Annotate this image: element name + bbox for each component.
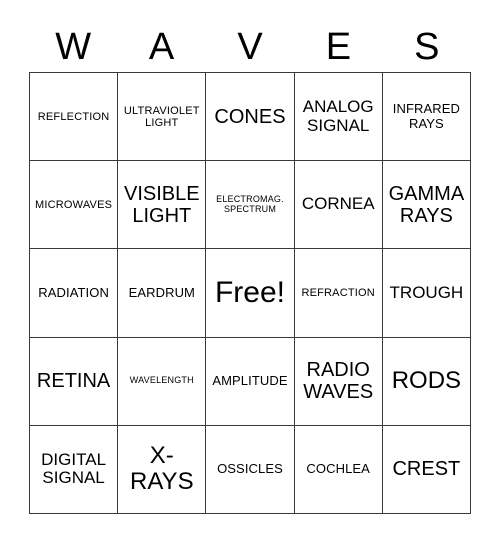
bingo-cell-label: OSSICLES	[217, 461, 283, 477]
bingo-cell-label: REFRACTION	[301, 286, 375, 299]
bingo-cell-label: EARDRUM	[128, 284, 195, 300]
bingo-header: W A V E S	[29, 22, 471, 72]
bingo-cell-label: WAVELENGTH	[129, 375, 194, 386]
bingo-cell-r1c4[interactable]: GAMMA RAYS	[382, 161, 471, 250]
bingo-card: W A V E S REFLECTION ULTRAVIOLET LIGHT C…	[0, 0, 500, 544]
bingo-cell-r3c0[interactable]: RETINA	[30, 337, 119, 426]
bingo-cell-label: DIGITAL SIGNAL	[41, 449, 107, 488]
bingo-cell-label: RADIATION	[38, 284, 109, 300]
bingo-cell-r0c0[interactable]: REFLECTION	[30, 73, 119, 162]
bingo-cell-label: INFRARED RAYS	[392, 101, 461, 131]
bingo-cell-label: CREST	[392, 458, 461, 481]
bingo-cell-label: CORNEA	[301, 194, 375, 214]
header-letter-2: V	[237, 26, 263, 68]
bingo-cell-r3c1[interactable]: WAVELENGTH	[118, 337, 207, 426]
bingo-cell-label: ELECTROMAG. SPECTRUM	[216, 193, 284, 214]
bingo-cell-r3c3[interactable]: RADIO WAVES	[294, 337, 383, 426]
bingo-cell-r2c0[interactable]: RADIATION	[30, 249, 119, 338]
header-letter-3: E	[325, 26, 352, 68]
bingo-cell-r4c1[interactable]: X- RAYS	[118, 425, 207, 514]
bingo-cell-label: GAMMA RAYS	[388, 182, 465, 227]
bingo-cell-r4c4[interactable]: CREST	[382, 425, 471, 514]
bingo-cell-label: ANALOG SIGNAL	[302, 96, 374, 135]
bingo-cell-r3c2[interactable]: AMPLITUDE	[206, 337, 295, 426]
bingo-cell-label: AMPLITUDE	[212, 373, 288, 389]
bingo-cell-r1c1[interactable]: VISIBLE LIGHT	[118, 161, 207, 250]
bingo-cell-r0c1[interactable]: ULTRAVIOLET LIGHT	[118, 73, 207, 162]
bingo-cell-label: RETINA	[36, 370, 111, 393]
bingo-cell-r1c2[interactable]: ELECTROMAG. SPECTRUM	[206, 161, 295, 250]
header-letter-4: S	[414, 26, 440, 68]
bingo-cell-label: TROUGH	[389, 282, 464, 302]
bingo-cell-label: COCHLEA	[306, 461, 370, 477]
bingo-cell-r2c3[interactable]: REFRACTION	[294, 249, 383, 338]
bingo-cell-r0c3[interactable]: ANALOG SIGNAL	[294, 73, 383, 162]
bingo-cell-r1c0[interactable]: MICROWAVES	[30, 161, 119, 250]
bingo-cell-r0c4[interactable]: INFRARED RAYS	[382, 73, 471, 162]
bingo-cell-label: RODS	[391, 367, 462, 394]
bingo-cell-label: MICROWAVES	[35, 198, 113, 211]
bingo-cell-r2c4[interactable]: TROUGH	[382, 249, 471, 338]
bingo-cell-r0c2[interactable]: CONES	[206, 73, 295, 162]
bingo-cell-label: ULTRAVIOLET LIGHT	[123, 104, 200, 129]
header-letter-0: W	[55, 26, 92, 68]
bingo-cell-r2c1[interactable]: EARDRUM	[118, 249, 207, 338]
bingo-cell-label: VISIBLE LIGHT	[123, 182, 200, 227]
bingo-grid: REFLECTION ULTRAVIOLET LIGHT CONES ANALO…	[29, 72, 471, 514]
bingo-cell-r4c2[interactable]: OSSICLES	[206, 425, 295, 514]
bingo-cell-label: CONES	[214, 105, 286, 128]
free-space-label: Free!	[214, 276, 285, 310]
bingo-cell-r4c0[interactable]: DIGITAL SIGNAL	[30, 425, 119, 514]
bingo-cell-label: X- RAYS	[130, 442, 194, 496]
bingo-cell-r1c3[interactable]: CORNEA	[294, 161, 383, 250]
header-letter-1: A	[148, 26, 175, 68]
bingo-cell-free-space[interactable]: Free!	[206, 249, 295, 338]
bingo-cell-label: REFLECTION	[37, 110, 110, 123]
bingo-cell-label: RADIO WAVES	[303, 359, 374, 404]
bingo-cell-r4c3[interactable]: COCHLEA	[294, 425, 383, 514]
bingo-cell-r3c4[interactable]: RODS	[382, 337, 471, 426]
